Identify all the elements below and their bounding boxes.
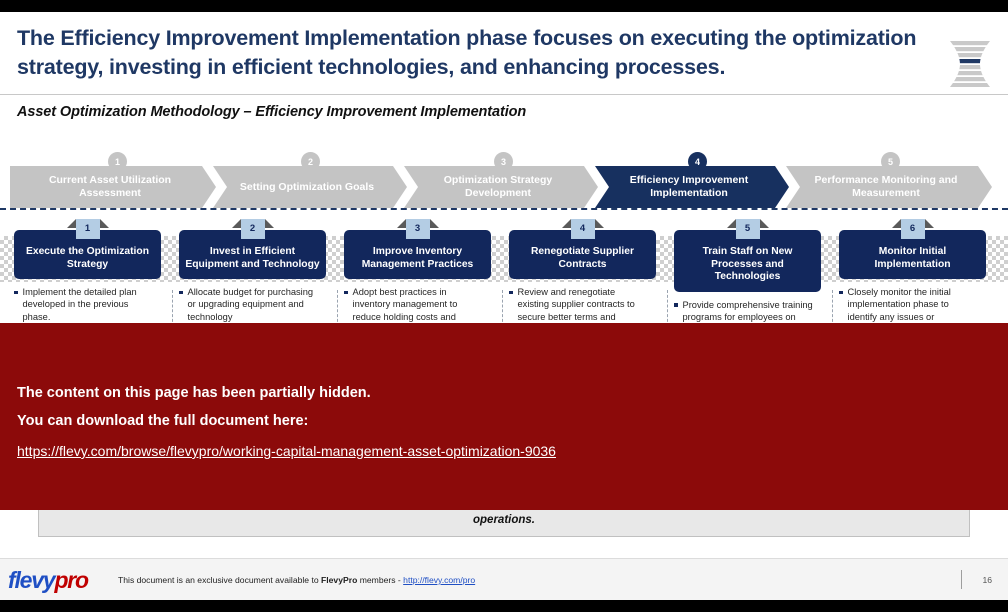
bullet-square-icon xyxy=(509,290,513,295)
detail-card-body: Review and renegotiate existing supplier… xyxy=(509,286,656,323)
detail-card-title: Improve Inventory Management Practices xyxy=(361,246,474,270)
process-step-5-number: 5 xyxy=(887,156,893,167)
bullet-square-icon xyxy=(674,303,678,307)
process-step-2-number: 2 xyxy=(307,156,313,167)
process-step-5-badge: 5 xyxy=(881,152,900,171)
detail-card-number: 5 xyxy=(744,222,751,234)
detail-card-number: 2 xyxy=(249,222,256,234)
page-number: 16 xyxy=(982,575,992,585)
detail-card-number: 4 xyxy=(579,222,586,234)
detail-card-bullet: Closely monitor the initial implementati… xyxy=(847,287,951,322)
detail-card-bullet: Implement the detailed plan developed in… xyxy=(22,287,137,322)
detail-card-title: Monitor Initial Implementation xyxy=(874,246,951,270)
detail-card-number-tab: 5 xyxy=(726,219,769,239)
overlay-line-1: The content on this page has been partia… xyxy=(17,385,371,401)
process-step-4-badge: 4 xyxy=(688,152,707,171)
process-step-5-label: Performance Monitoring and Measurement xyxy=(814,174,958,199)
slide-footer: flevypro This document is an exclusive d… xyxy=(0,558,1008,600)
bottom-callout-text: operations. xyxy=(473,514,535,526)
detail-card-bullet: Adopt best practices in inventory manage… xyxy=(352,287,458,322)
footer-note-after: members - xyxy=(357,575,404,585)
detail-card-title: Invest in Efficient Equipment and Techno… xyxy=(185,246,320,270)
process-step-4[interactable]: Efficiency Improvement Implementation xyxy=(595,166,789,208)
process-step-4-number: 4 xyxy=(694,156,700,167)
bullet-square-icon xyxy=(179,290,183,295)
process-step-1[interactable]: Current Asset Utilization Assessment xyxy=(10,166,216,208)
detail-card[interactable]: 2 Invest in Efficient Equipment and Tech… xyxy=(179,219,326,323)
footer-separator xyxy=(961,570,962,589)
section-subtitle: Asset Optimization Methodology – Efficie… xyxy=(17,104,527,120)
detail-card-body: Implement the detailed plan developed in… xyxy=(14,286,161,323)
detail-card-number: 3 xyxy=(414,222,421,234)
flevypro-logo[interactable]: flevypro xyxy=(8,567,89,593)
detail-card-header: 3 Improve Inventory Management Practices xyxy=(344,219,491,280)
process-step-3-badge: 3 xyxy=(494,152,513,171)
detail-card-header: 2 Invest in Efficient Equipment and Tech… xyxy=(179,219,326,280)
detail-card-number-tab: 3 xyxy=(396,219,439,239)
footer-note-before: This document is an exclusive document a… xyxy=(118,575,322,585)
detail-card-body: Closely monitor the initial implementati… xyxy=(839,286,986,323)
footer-link[interactable]: http://flevy.com/pro xyxy=(403,575,475,585)
detail-card[interactable]: 6 Monitor Initial Implementation Closely… xyxy=(839,219,986,323)
detail-card-header: 5 Train Staff on New Processes and Techn… xyxy=(674,219,821,292)
detail-card-title: Train Staff on New Processes and Technol… xyxy=(702,246,793,283)
detail-card-bullet: Allocate budget for purchasing or upgrad… xyxy=(187,287,314,322)
process-flow: Current Asset Utilization Assessment 1 S… xyxy=(10,152,998,202)
detail-card[interactable]: 4 Renegotiate Supplier Contracts Review … xyxy=(509,219,656,323)
detail-card-number-tab: 6 xyxy=(891,219,934,239)
detail-card-header: 4 Renegotiate Supplier Contracts xyxy=(509,219,656,280)
bullet-square-icon xyxy=(14,290,18,295)
overlay-line-2: You can download the full document here: xyxy=(17,413,309,429)
footer-note-brand: FlevyPro xyxy=(321,575,358,585)
process-step-3[interactable]: Optimization Strategy Development xyxy=(404,166,598,208)
detail-card-number-tab: 2 xyxy=(231,219,274,239)
bullet-square-icon xyxy=(839,290,843,295)
process-step-2[interactable]: Setting Optimization Goals xyxy=(213,166,407,208)
section-divider xyxy=(0,208,1008,210)
detail-card-title: Renegotiate Supplier Contracts xyxy=(531,246,634,270)
detail-card-header: 6 Monitor Initial Implementation xyxy=(839,219,986,280)
flevypro-logo-secondary: pro xyxy=(54,567,89,593)
process-step-2-label: Setting Optimization Goals xyxy=(239,180,375,193)
bullet-square-icon xyxy=(344,290,348,295)
detail-card-number-tab: 1 xyxy=(66,219,109,239)
download-link[interactable]: https://flevy.com/browse/flevypro/workin… xyxy=(17,443,556,459)
process-step-3-label: Optimization Strategy Development xyxy=(443,174,553,199)
detail-card-bullet: Review and renegotiate existing supplier… xyxy=(517,287,635,322)
process-step-1-number: 1 xyxy=(114,156,120,167)
detail-card-title: Execute the Optimization Strategy xyxy=(25,246,149,270)
flevypro-logo-primary: flevy xyxy=(8,567,56,593)
detail-card-number: 1 xyxy=(84,222,91,234)
spool-hourglass-icon xyxy=(946,39,994,89)
detail-card[interactable]: 1 Execute the Optimization Strategy Impl… xyxy=(14,219,161,323)
hidden-content-overlay: The content on this page has been partia… xyxy=(0,323,1008,510)
detail-card-number-tab: 4 xyxy=(561,219,604,239)
detail-card-number: 6 xyxy=(909,222,916,234)
slide-canvas: The Efficiency Improvement Implementatio… xyxy=(0,12,1008,600)
detail-card[interactable]: 3 Improve Inventory Management Practices… xyxy=(344,219,491,323)
detail-card-body: Adopt best practices in inventory manage… xyxy=(344,286,491,323)
footer-note: This document is an exclusive document a… xyxy=(118,575,475,585)
page-title: The Efficiency Improvement Implementatio… xyxy=(17,26,917,79)
detail-card[interactable]: 5 Train Staff on New Processes and Techn… xyxy=(674,219,821,335)
process-step-4-label: Efficiency Improvement Implementation xyxy=(629,174,749,199)
process-step-2-badge: 2 xyxy=(301,152,320,171)
process-step-5[interactable]: Performance Monitoring and Measurement xyxy=(786,166,992,208)
detail-card-header: 1 Execute the Optimization Strategy xyxy=(14,219,161,280)
process-step-1-label: Current Asset Utilization Assessment xyxy=(48,174,172,199)
process-step-1-badge: 1 xyxy=(108,152,127,171)
slide-header: The Efficiency Improvement Implementatio… xyxy=(0,12,1008,95)
detail-card-body: Allocate budget for purchasing or upgrad… xyxy=(179,286,326,323)
process-step-3-number: 3 xyxy=(500,156,506,167)
